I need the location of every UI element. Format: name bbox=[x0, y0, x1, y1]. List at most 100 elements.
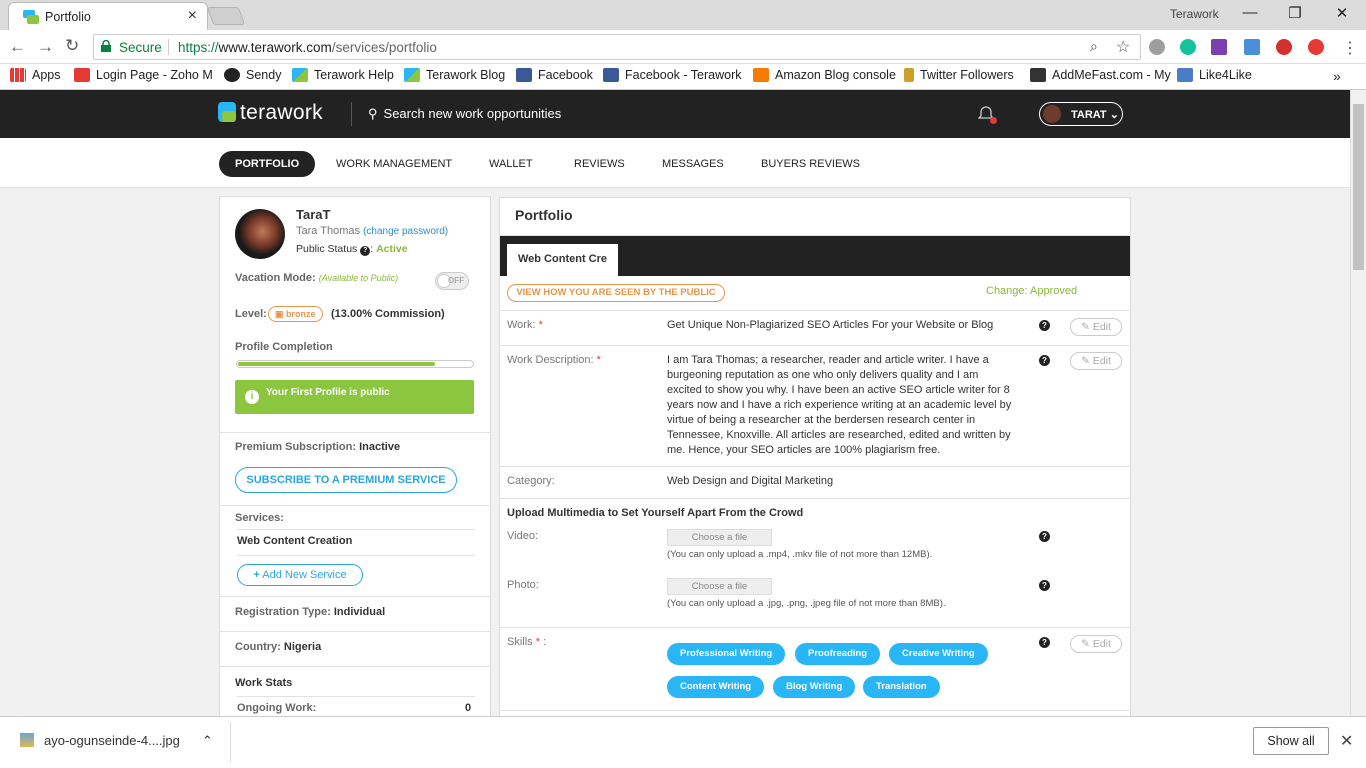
edit-skills-button[interactable]: ✎ Edit bbox=[1070, 635, 1122, 653]
restore-icon[interactable]: ❐ bbox=[1285, 4, 1305, 22]
scrollbar-thumb[interactable] bbox=[1353, 104, 1364, 270]
level-label: Level: bbox=[235, 308, 267, 320]
sendy-icon bbox=[224, 68, 240, 82]
divider bbox=[237, 555, 475, 556]
close-download-bar-icon[interactable]: ✕ bbox=[1340, 731, 1353, 751]
tab-reviews[interactable]: REVIEWS bbox=[574, 151, 625, 177]
vacation-mode-toggle[interactable]: OFF bbox=[435, 272, 469, 290]
work-description-label: Work Description: * bbox=[507, 354, 601, 366]
logo-mark-icon bbox=[218, 102, 236, 122]
tab-work-management[interactable]: WORK MANAGEMENT bbox=[336, 151, 452, 177]
terawork-logo[interactable]: terawork bbox=[218, 101, 323, 125]
work-help-icon[interactable]: ? bbox=[1039, 320, 1050, 331]
bookmark-star-icon[interactable]: ☆ bbox=[1116, 37, 1130, 57]
premium-subscription: Premium Subscription: Inactive bbox=[235, 441, 401, 453]
skill-tag[interactable]: Blog Writing bbox=[773, 676, 856, 698]
pencil-icon: ✎ bbox=[1081, 638, 1090, 650]
chevron-up-icon[interactable]: ⌃ bbox=[202, 733, 213, 748]
close-tab-icon[interactable]: × bbox=[188, 7, 197, 25]
divider bbox=[220, 596, 490, 597]
opera-icon[interactable] bbox=[1308, 39, 1324, 55]
addmefast-icon bbox=[1030, 68, 1046, 82]
skills-help-icon[interactable]: ? bbox=[1039, 637, 1050, 648]
notification-bell-icon[interactable] bbox=[977, 106, 997, 124]
tab-web-content[interactable]: Web Content Cre bbox=[507, 244, 618, 276]
page-scrollbar[interactable] bbox=[1350, 90, 1366, 716]
show-all-downloads-button[interactable]: Show all bbox=[1253, 727, 1329, 755]
user-menu[interactable]: TARAT ⌄ bbox=[1039, 102, 1123, 126]
bookmark-terawork-blog[interactable]: Terawork Blog bbox=[404, 68, 505, 82]
browser-tab[interactable]: Portfolio × bbox=[8, 2, 208, 30]
forward-icon[interactable]: → bbox=[37, 37, 54, 57]
bookmark-facebook[interactable]: Facebook bbox=[516, 68, 593, 82]
download-item[interactable]: ayo-ogunseinde-4....jpg ⌃ bbox=[20, 733, 213, 749]
onenote-icon[interactable] bbox=[1211, 39, 1227, 55]
bookmarks-overflow[interactable]: » bbox=[1333, 68, 1341, 84]
subscribe-premium-button[interactable]: SUBSCRIBE TO A PREMIUM SERVICE bbox=[235, 467, 457, 493]
description-help-icon[interactable]: ? bbox=[1039, 355, 1050, 366]
zoom-icon[interactable]: ⌕ bbox=[1090, 38, 1098, 55]
profile-completion-fill bbox=[238, 362, 435, 366]
bookmark-apps[interactable]: Apps bbox=[10, 68, 61, 82]
edit-work-button[interactable]: ✎ Edit bbox=[1070, 318, 1122, 336]
bookmark-like4like[interactable]: Like4Like bbox=[1177, 68, 1252, 82]
view-as-public-button[interactable]: VIEW HOW YOU ARE SEEN BY THE PUBLIC bbox=[507, 284, 725, 302]
address-bar[interactable]: Secure https://www.terawork.com/services… bbox=[93, 34, 1141, 60]
pinterest-icon[interactable] bbox=[1276, 39, 1292, 55]
photo-label: Photo: bbox=[507, 579, 539, 591]
info-icon: i bbox=[245, 390, 259, 404]
skill-tag[interactable]: Creative Writing bbox=[889, 643, 988, 665]
description-line: Tennessee, Knoxville. All articles are r… bbox=[667, 429, 1011, 441]
video-file-input[interactable]: Choose a file bbox=[667, 529, 772, 546]
ongoing-work-label: Ongoing Work: bbox=[237, 702, 317, 714]
service-item[interactable]: Web Content Creation bbox=[237, 535, 352, 547]
divider bbox=[237, 696, 475, 697]
help-icon[interactable]: ? bbox=[360, 246, 371, 256]
tab-messages[interactable]: MESSAGES bbox=[662, 151, 724, 177]
video-help-icon[interactable]: ? bbox=[1039, 531, 1050, 542]
new-tab-button[interactable] bbox=[206, 7, 246, 25]
extension-icon-2[interactable] bbox=[1244, 39, 1260, 55]
search-icon: ⚲ bbox=[368, 106, 378, 121]
vacation-mode-label: Vacation Mode: (Available to Public) bbox=[235, 272, 399, 284]
description-line: burgeoning reputation as one who only de… bbox=[667, 369, 979, 381]
bookmark-twitter-followers[interactable]: Twitter Followers bbox=[904, 68, 1014, 82]
skills-label: Skills * : bbox=[507, 636, 547, 648]
badge-icon: ▣ bbox=[275, 309, 284, 319]
url-host: www.terawork.com bbox=[218, 40, 332, 55]
photo-help-icon[interactable]: ? bbox=[1039, 580, 1050, 591]
bookmark-label: Twitter Followers bbox=[920, 68, 1014, 82]
grammarly-icon[interactable] bbox=[1180, 39, 1196, 55]
skill-tag[interactable]: Professional Writing bbox=[667, 643, 786, 665]
skill-tag[interactable]: Content Writing bbox=[667, 676, 765, 698]
tab-wallet[interactable]: WALLET bbox=[489, 151, 533, 177]
bookmark-zoho[interactable]: Login Page - Zoho M bbox=[74, 68, 213, 82]
divider bbox=[500, 345, 1130, 346]
commission-text: (13.00% Commission) bbox=[331, 308, 445, 320]
bookmark-facebook-terawork[interactable]: Facebook - Terawork bbox=[603, 68, 742, 82]
reload-icon[interactable]: ↻ bbox=[65, 36, 79, 56]
search-placeholder: Search new work opportunities bbox=[383, 106, 562, 121]
bookmark-sendy[interactable]: Sendy bbox=[224, 68, 281, 82]
url-text: https://www.terawork.com/services/portfo… bbox=[178, 40, 437, 55]
bookmark-amazon[interactable]: Amazon Blog console bbox=[753, 68, 896, 82]
divider bbox=[500, 710, 1130, 711]
tab-buyers-reviews[interactable]: BUYERS REVIEWS bbox=[761, 151, 860, 177]
back-icon[interactable]: ← bbox=[9, 37, 26, 57]
skill-tag[interactable]: Translation bbox=[863, 676, 940, 698]
skill-tag[interactable]: Proofreading bbox=[795, 643, 881, 665]
tab-portfolio[interactable]: PORTFOLIO bbox=[219, 151, 316, 177]
minimize-icon[interactable]: — bbox=[1240, 4, 1260, 21]
photo-file-input[interactable]: Choose a file bbox=[667, 578, 772, 595]
bookmark-terawork-help[interactable]: Terawork Help bbox=[292, 68, 394, 82]
add-new-service-button[interactable]: + Add New Service bbox=[237, 564, 363, 586]
change-password-link[interactable]: (change password) bbox=[363, 226, 448, 237]
close-window-icon[interactable]: ✕ bbox=[1332, 4, 1352, 22]
url-path: /services/portfolio bbox=[331, 40, 437, 55]
menu-icon[interactable]: ⋮ bbox=[1342, 38, 1358, 58]
edit-description-button[interactable]: ✎ Edit bbox=[1070, 352, 1122, 370]
image-file-icon bbox=[20, 733, 34, 747]
search-field[interactable]: ⚲ Search new work opportunities bbox=[368, 106, 561, 122]
extension-icon[interactable] bbox=[1149, 39, 1165, 55]
bookmark-addmefast[interactable]: AddMeFast.com - My bbox=[1030, 68, 1171, 82]
